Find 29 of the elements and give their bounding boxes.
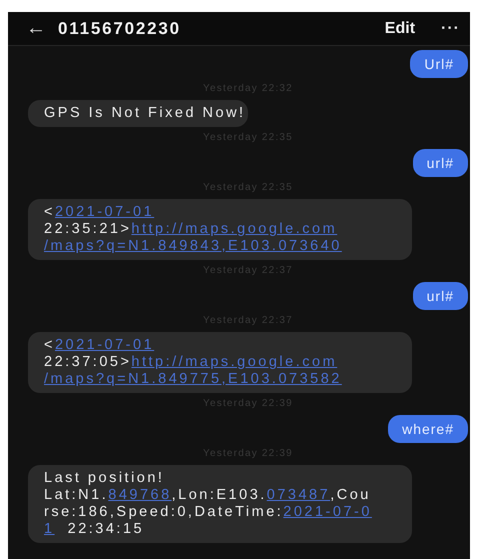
message-text: 22:37:05> [44, 354, 132, 370]
message-link[interactable]: /maps?q=N1.849843,E103.073640 [44, 238, 342, 254]
sent-message: url# [412, 282, 468, 310]
message-text: 22:35:21> [44, 221, 132, 237]
message-link[interactable]: http://maps.google.com [131, 221, 338, 237]
message-text: GPS Is Not Fixed Now! [44, 105, 246, 121]
message-link[interactable]: 849768 [108, 487, 172, 503]
message-link[interactable]: 2021-07-01 [54, 204, 154, 220]
message-text: 22:34:15 [66, 521, 144, 537]
back-button[interactable]: ← [26, 17, 46, 40]
message-text: < [44, 337, 55, 353]
sent-message: url# [412, 149, 468, 177]
message-text: rse:186,Speed:0,DateTime: [44, 504, 284, 520]
message-link[interactable]: 2021-07-0 [283, 504, 372, 520]
message-text: ,Cou [330, 487, 371, 503]
sent-message: where# [388, 415, 468, 443]
message-link[interactable]: 1 [44, 521, 55, 537]
message-link[interactable]: /maps?q=N1.849775,E103.073582 [44, 371, 342, 387]
message-text: ,Lon:E103. [172, 487, 267, 503]
contact-number: 01156702230 [58, 18, 182, 38]
edit-button[interactable]: Edit [384, 20, 416, 38]
message-link[interactable]: http://maps.google.com [131, 354, 338, 370]
message-text: Last position! [44, 470, 164, 486]
sent-message: Url# [410, 50, 468, 78]
more-button[interactable]: ··· [441, 20, 460, 38]
message-link[interactable]: 2021-07-01 [54, 337, 154, 353]
message-link[interactable]: 073487 [266, 487, 330, 503]
message-text: Lat:N1. [44, 487, 108, 503]
message-text: < [44, 204, 55, 220]
